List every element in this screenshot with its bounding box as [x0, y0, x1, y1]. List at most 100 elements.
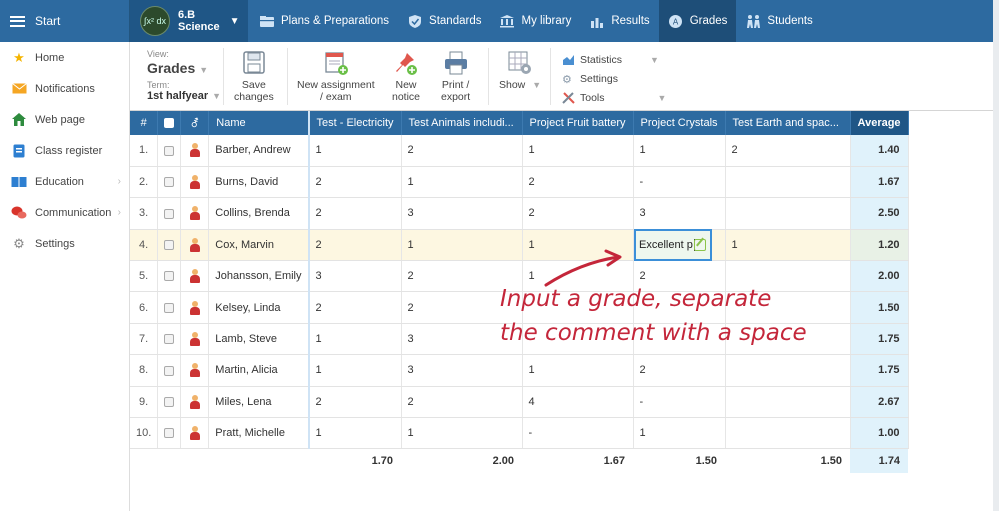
col-header-average[interactable]: Average — [850, 111, 909, 135]
sidebar-item-web-page[interactable]: Web page — [0, 104, 129, 135]
grade-cell-test-animals[interactable]: 3 — [401, 197, 523, 230]
grade-cell-test-electricity[interactable]: 3 — [308, 260, 402, 293]
new-notice-button[interactable]: New notice — [392, 50, 420, 103]
sidebar-item-communication[interactable]: Communication › — [0, 197, 129, 228]
select-checkbox[interactable] — [164, 334, 175, 345]
tools-menu[interactable]: Tools ▼ — [562, 88, 666, 107]
show-dropdown-button[interactable]: Show ▼ — [499, 50, 541, 91]
grade-cell-test-animals[interactable]: 1 — [401, 166, 523, 199]
select-checkbox[interactable] — [164, 428, 175, 439]
nav-plans-preparations[interactable]: Plans & Preparations — [250, 0, 398, 42]
grade-cell-project-crystals[interactable]: - — [633, 166, 726, 199]
grade-cell-test-electricity[interactable]: 1 — [308, 323, 402, 356]
row-checkbox[interactable] — [157, 135, 182, 167]
select-checkbox[interactable] — [164, 271, 175, 282]
sidebar-item-notifications[interactable]: Notifications — [0, 73, 129, 104]
student-name[interactable]: Burns, David — [208, 166, 310, 199]
row-checkbox[interactable] — [157, 229, 182, 262]
nav-students[interactable]: Students — [736, 0, 821, 42]
grade-cell-test-electricity[interactable]: 1 — [308, 354, 402, 387]
edit-comment-icon[interactable] — [694, 239, 706, 251]
row-checkbox[interactable] — [157, 197, 182, 230]
col-header-project-fruit-battery[interactable]: Project Fruit battery — [522, 111, 634, 135]
term-dropdown[interactable]: 1st halfyear ▼ — [147, 90, 221, 102]
grade-cell-test-electricity[interactable]: 1 — [308, 135, 402, 167]
nav-results[interactable]: Results — [580, 0, 658, 42]
student-name[interactable]: Johansson, Emily — [208, 260, 310, 293]
select-checkbox[interactable] — [164, 208, 175, 219]
print-export-button[interactable]: Print / export — [441, 50, 470, 103]
grade-cell-project-fruit-battery[interactable]: - — [522, 417, 634, 450]
select-checkbox[interactable] — [164, 365, 175, 376]
row-checkbox[interactable] — [157, 417, 182, 450]
grade-cell-project-fruit-battery[interactable]: 2 — [522, 197, 634, 230]
sidebar-item-education[interactable]: Education › — [0, 166, 129, 197]
col-header-test-electricity[interactable]: Test - Electricity — [308, 111, 402, 135]
grade-cell-project-crystals[interactable]: 1 — [633, 417, 726, 450]
grade-cell-project-crystals[interactable]: 3 — [633, 197, 726, 230]
row-checkbox[interactable] — [157, 166, 182, 199]
grade-cell-project-fruit-battery[interactable]: 4 — [522, 386, 634, 419]
grade-edit-input[interactable]: Excellent p — [634, 229, 712, 261]
col-header-project-crystals[interactable]: Project Crystals — [633, 111, 726, 135]
grade-cell-test-animals[interactable]: 2 — [401, 386, 523, 419]
nav-my-library[interactable]: My library — [490, 0, 580, 42]
row-checkbox[interactable] — [157, 386, 182, 419]
view-dropdown[interactable]: Grades ▼ — [147, 59, 221, 77]
row-checkbox[interactable] — [157, 354, 182, 387]
grade-cell-test-earth-space[interactable] — [725, 166, 851, 199]
col-header-checkbox[interactable] — [157, 111, 182, 135]
sidebar-item-home[interactable]: ★ Home — [0, 42, 129, 73]
grade-cell-test-earth-space[interactable]: 2 — [725, 135, 851, 167]
select-checkbox[interactable] — [164, 396, 175, 407]
grade-cell-test-animals[interactable]: 1 — [401, 229, 523, 262]
save-changes-button[interactable]: Save changes — [234, 50, 274, 103]
nav-grades[interactable]: A Grades — [658, 0, 737, 42]
grade-cell-project-fruit-battery[interactable]: 1 — [522, 354, 634, 387]
grade-cell-test-electricity[interactable]: 2 — [308, 291, 402, 324]
grade-cell-test-electricity[interactable]: 2 — [308, 386, 402, 419]
select-all-checkbox[interactable] — [164, 118, 175, 129]
grade-cell-test-earth-space[interactable]: 1 — [725, 229, 851, 262]
grade-cell-project-crystals[interactable]: 1 — [633, 135, 726, 167]
grade-cell-test-electricity[interactable]: 2 — [308, 197, 402, 230]
row-checkbox[interactable] — [157, 291, 182, 324]
start-menu-button[interactable]: Start — [0, 0, 130, 42]
select-checkbox[interactable] — [164, 145, 175, 156]
student-name[interactable]: Martin, Alicia — [208, 354, 310, 387]
student-name[interactable]: Barber, Andrew — [208, 135, 310, 167]
settings-menu[interactable]: ⚙ Settings — [562, 69, 666, 88]
grade-cell-project-fruit-battery[interactable]: 1 — [522, 135, 634, 167]
statistics-menu[interactable]: Statistics ▼ — [562, 50, 666, 69]
grade-cell-test-animals[interactable]: 1 — [401, 417, 523, 450]
grade-cell-test-earth-space[interactable] — [725, 386, 851, 419]
student-name[interactable]: Lamb, Steve — [208, 323, 310, 356]
student-name[interactable]: Collins, Brenda — [208, 197, 310, 230]
grade-cell-test-electricity[interactable]: 2 — [308, 229, 402, 262]
select-checkbox[interactable] — [164, 302, 175, 313]
grade-cell-test-earth-space[interactable] — [725, 197, 851, 230]
student-name[interactable]: Cox, Marvin — [208, 229, 310, 262]
select-checkbox[interactable] — [164, 239, 175, 250]
row-checkbox[interactable] — [157, 323, 182, 356]
student-name[interactable]: Miles, Lena — [208, 386, 310, 419]
select-checkbox[interactable] — [164, 177, 175, 188]
grade-cell-project-crystals[interactable]: 2 — [633, 354, 726, 387]
nav-standards[interactable]: Standards — [398, 0, 490, 42]
col-header-test-animals[interactable]: Test Animals includi... — [401, 111, 523, 135]
grade-cell-test-earth-space[interactable] — [725, 354, 851, 387]
new-assignment-button[interactable]: New assignment / exam — [297, 50, 375, 103]
grade-cell-test-animals[interactable]: 2 — [401, 135, 523, 167]
col-header-test-earth-space[interactable]: Test Earth and spac... — [725, 111, 851, 135]
student-name[interactable]: Pratt, Michelle — [208, 417, 310, 450]
grade-cell-test-electricity[interactable]: 1 — [308, 417, 402, 450]
col-header-name[interactable]: Name — [208, 111, 310, 135]
grade-cell-test-earth-space[interactable] — [725, 417, 851, 450]
grade-cell-test-animals[interactable]: 3 — [401, 354, 523, 387]
student-name[interactable]: Kelsey, Linda — [208, 291, 310, 324]
class-selector[interactable]: ∫x² dx 6.B Science ▼ — [130, 0, 248, 42]
grade-cell-project-fruit-battery[interactable]: 2 — [522, 166, 634, 199]
grade-cell-project-crystals[interactable]: - — [633, 386, 726, 419]
grade-cell-test-electricity[interactable]: 2 — [308, 166, 402, 199]
row-checkbox[interactable] — [157, 260, 182, 293]
